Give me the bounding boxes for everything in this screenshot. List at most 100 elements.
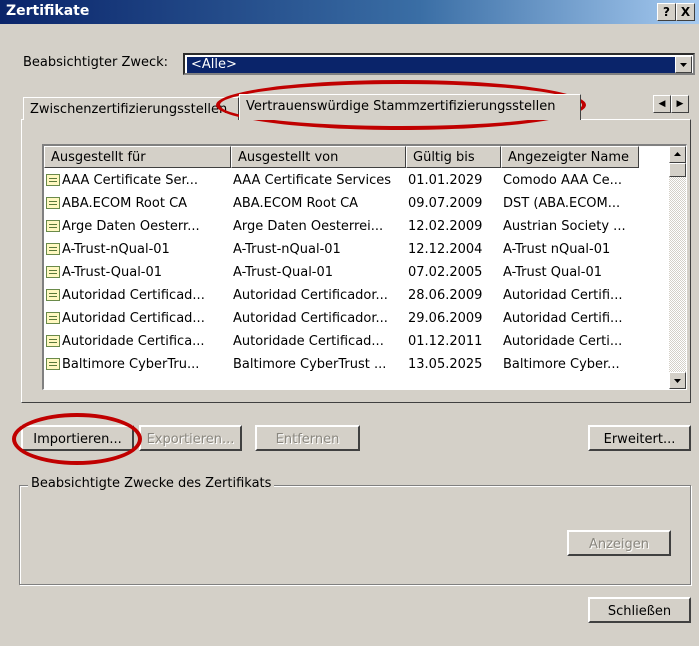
table-cell-text: A-Trust nQual-01 bbox=[503, 242, 611, 257]
table-cell: Autoridad Certifi... bbox=[503, 284, 639, 307]
table-cell-text: Comodo AAA Ce... bbox=[503, 173, 622, 188]
scroll-thumb[interactable] bbox=[669, 163, 686, 177]
table-cell-text: ABA.ECOM Root CA bbox=[62, 196, 188, 211]
arrow-left-icon: ◀ bbox=[658, 99, 666, 109]
list-scrollbar[interactable] bbox=[669, 146, 686, 389]
column-header-issued-by[interactable]: Ausgestellt von bbox=[231, 146, 406, 168]
table-cell: Autoridad Certifi... bbox=[503, 307, 639, 330]
table-cell-text: Autoridad Certificad... bbox=[62, 311, 205, 326]
table-cell: 07.02.2005 bbox=[408, 261, 501, 284]
table-cell: Autoridad Certificad... bbox=[46, 307, 231, 330]
view-button[interactable]: Anzeigen bbox=[567, 530, 671, 556]
tab-trusted-root-cas[interactable]: Vertrauenswürdige Stammzertifizierungsst… bbox=[239, 94, 581, 120]
column-header-display-name[interactable]: Angezeigter Name bbox=[501, 146, 639, 168]
chevron-down-icon bbox=[680, 63, 687, 67]
table-cell: Autoridade Certifica... bbox=[46, 330, 231, 353]
table-cell-text: Baltimore Cyber... bbox=[503, 357, 620, 372]
purpose-selected-value: <Alle> bbox=[187, 57, 677, 73]
table-cell: Baltimore CyberTrust ... bbox=[233, 353, 406, 376]
table-cell: Baltimore CyberTru... bbox=[46, 353, 231, 376]
annotation-ellipse-import bbox=[12, 413, 142, 465]
table-cell: Arge Daten Oesterr... bbox=[46, 215, 231, 238]
table-row[interactable]: AAA Certificate Ser... AAA Certificate Se… bbox=[44, 169, 669, 192]
certificate-icon bbox=[46, 220, 60, 232]
certificate-icon bbox=[46, 358, 60, 370]
table-cell-text: Baltimore CyberTrust ... bbox=[233, 357, 387, 372]
table-row[interactable]: A-Trust-nQual-01 A-Trust-nQual-01 12.12.20… bbox=[44, 238, 669, 261]
certificate-list[interactable]: Ausgestellt für Ausgestellt von Gültig b… bbox=[42, 144, 687, 390]
table-row[interactable]: Arge Daten Oesterr... Arge Daten Oesterre… bbox=[44, 215, 669, 238]
table-row[interactable]: Autoridad Certificad... Autoridad Certifi… bbox=[44, 284, 669, 307]
table-cell-text: Autoridad Certificador... bbox=[233, 311, 388, 326]
table-cell-text: Baltimore CyberTru... bbox=[62, 357, 200, 372]
table-row[interactable]: Baltimore CyberTru... Baltimore CyberTrus… bbox=[44, 353, 669, 376]
purpose-combobox[interactable]: <Alle> bbox=[183, 53, 695, 75]
table-cell-text: DST (ABA.ECOM... bbox=[503, 196, 621, 211]
certificate-icon bbox=[46, 312, 60, 324]
table-cell: Austrian Society ... bbox=[503, 215, 639, 238]
table-row[interactable]: ABA.ECOM Root CA ABA.ECOM Root CA 09.07.20… bbox=[44, 192, 669, 215]
tab-scroll-left-button[interactable]: ◀ bbox=[653, 95, 671, 113]
close-button[interactable]: Schließen bbox=[588, 597, 691, 623]
table-cell: Comodo AAA Ce... bbox=[503, 169, 639, 192]
certificate-icon bbox=[46, 197, 60, 209]
table-cell-text: A-Trust-nQual-01 bbox=[62, 242, 170, 257]
tab-intermediate-cas[interactable]: Zwischenzertifizierungsstellen bbox=[23, 97, 239, 120]
combo-dropdown-button[interactable] bbox=[675, 56, 692, 73]
table-cell-text: A-Trust-Qual-01 bbox=[233, 265, 334, 280]
table-cell-text: 28.06.2009 bbox=[408, 288, 483, 303]
scroll-down-button[interactable] bbox=[669, 372, 686, 389]
remove-button[interactable]: Entfernen bbox=[255, 425, 360, 451]
close-window-button[interactable]: X bbox=[676, 3, 695, 21]
table-row[interactable]: Autoridad Certificad... Autoridad Certifi… bbox=[44, 307, 669, 330]
table-cell-text: Autoridad Certifi... bbox=[503, 288, 623, 303]
tab-scroll-right-button[interactable]: ▶ bbox=[671, 95, 689, 113]
table-cell-text: Autoridade Certi... bbox=[503, 334, 623, 349]
purpose-label-text: Beabsichtigter Zweck: bbox=[23, 55, 169, 70]
table-cell-text: 01.12.2011 bbox=[408, 334, 483, 349]
table-cell: 01.01.2029 bbox=[408, 169, 501, 192]
table-cell-text: Autoridad Certifi... bbox=[503, 311, 623, 326]
table-row[interactable]: A-Trust-Qual-01 A-Trust-Qual-01 07.02.2005… bbox=[44, 261, 669, 284]
help-button[interactable]: ? bbox=[657, 3, 676, 21]
table-cell: A-Trust-nQual-01 bbox=[46, 238, 231, 261]
table-cell-text: 07.02.2005 bbox=[408, 265, 483, 280]
table-cell: Autoridad Certificador... bbox=[233, 307, 406, 330]
table-cell: A-Trust-nQual-01 bbox=[233, 238, 406, 261]
arrow-right-icon: ▶ bbox=[676, 99, 684, 109]
certificate-icon bbox=[46, 243, 60, 255]
table-cell: 09.07.2009 bbox=[408, 192, 501, 215]
table-row[interactable]: Autoridade Certifica... Autoridade Certif… bbox=[44, 330, 669, 353]
table-cell-text: Autoridad Certificad... bbox=[62, 288, 205, 303]
scroll-up-button[interactable] bbox=[669, 146, 686, 163]
table-cell-text: Arge Daten Oesterrei... bbox=[233, 219, 384, 234]
export-button[interactable]: Exportieren... bbox=[139, 425, 242, 451]
table-cell: Autoridade Certificad... bbox=[233, 330, 406, 353]
purpose-label: Beabsichtigter Zweck: bbox=[23, 55, 168, 70]
chevron-up-icon bbox=[674, 152, 681, 156]
table-cell: AAA Certificate Ser... bbox=[46, 169, 231, 192]
certificate-icon bbox=[46, 266, 60, 278]
table-cell: A-Trust-Qual-01 bbox=[46, 261, 231, 284]
table-cell: 13.05.2025 bbox=[408, 353, 501, 376]
table-cell: 12.02.2009 bbox=[408, 215, 501, 238]
table-cell: 29.06.2009 bbox=[408, 307, 501, 330]
table-cell-text: Autoridad Certificador... bbox=[233, 288, 388, 303]
window-title: Zertifikate bbox=[6, 3, 90, 19]
certificate-icon bbox=[46, 289, 60, 301]
table-cell-text: A-Trust Qual-01 bbox=[503, 265, 603, 280]
table-cell-text: 09.07.2009 bbox=[408, 196, 483, 211]
table-cell: A-Trust nQual-01 bbox=[503, 238, 639, 261]
table-cell-text: ABA.ECOM Root CA bbox=[233, 196, 359, 211]
certificate-icon bbox=[46, 335, 60, 347]
table-cell: A-Trust Qual-01 bbox=[503, 261, 639, 284]
table-cell-text: 13.05.2025 bbox=[408, 357, 483, 372]
title-bar bbox=[0, 0, 699, 24]
column-header-issued-to[interactable]: Ausgestellt für bbox=[44, 146, 231, 168]
table-cell: 28.06.2009 bbox=[408, 284, 501, 307]
advanced-button[interactable]: Erweitert... bbox=[588, 425, 691, 451]
column-header-valid-until[interactable]: Gültig bis bbox=[406, 146, 501, 168]
chevron-down-icon bbox=[674, 379, 681, 383]
table-cell: Autoridade Certi... bbox=[503, 330, 639, 353]
table-cell-text: A-Trust-nQual-01 bbox=[233, 242, 341, 257]
